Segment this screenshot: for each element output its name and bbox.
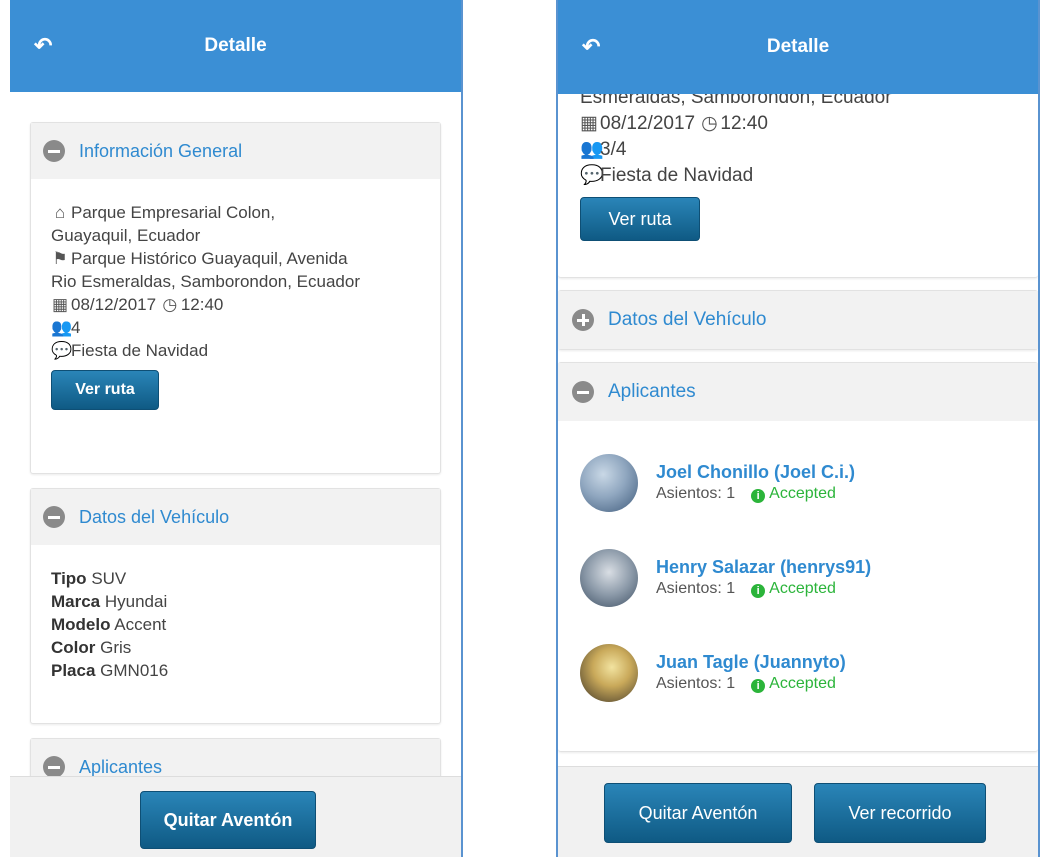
datetime-line: ▦ 08/12/2017 ◷ 12:40 <box>580 111 1016 137</box>
seats-line: 👥4 <box>51 316 420 339</box>
page-title: Detalle <box>204 35 267 56</box>
vehicle-card-title: Datos del Vehículo <box>79 506 230 527</box>
footer-bar: Quitar Aventón <box>10 776 461 857</box>
description-text: Fiesta de Navidad <box>71 341 209 360</box>
header-bar: ↶ Detalle <box>558 0 1038 94</box>
remove-ride-button[interactable]: Quitar Aventón <box>140 791 316 849</box>
info-card-header[interactable]: Información General <box>31 123 440 179</box>
time-text: 12:40 <box>720 113 768 134</box>
applicant-status: Accepted <box>769 674 836 692</box>
destination-line: ⚑ Parque Histórico Guayaquil, Avenida <box>51 247 420 270</box>
page-title: Detalle <box>766 36 830 57</box>
collapse-icon <box>43 756 65 777</box>
seats-text: 4 <box>71 318 81 337</box>
applicants-card: Aplicantes Joel Chonillo (Joel C.i.) Asi… <box>558 362 1038 752</box>
applicants-card-header[interactable]: Aplicantes <box>558 363 1038 421</box>
datetime-line: ▦ 08/12/2017 ◷ 12:40 <box>51 293 420 316</box>
vehicle-row-plate: Placa GMN016 <box>51 661 169 680</box>
description-text: Fiesta de Navidad <box>600 165 754 186</box>
info-card: Esmeraldas, Samborondon, Ecuador ▦ 08/12/… <box>558 94 1038 278</box>
view-tour-button[interactable]: Ver recorrido <box>814 783 986 843</box>
origin-line: ⌂ Parque Empresarial Colon, <box>51 201 420 224</box>
time-text: 12:40 <box>180 295 224 314</box>
vehicle-card: Datos del Vehículo <box>558 290 1038 350</box>
vehicle-card: Datos del Vehículo Tipo SUV Marca Hyunda… <box>30 488 441 724</box>
clock-icon: ◷ <box>701 113 718 134</box>
back-icon[interactable]: ↶ <box>582 36 600 58</box>
remove-ride-button[interactable]: Quitar Aventón <box>604 783 792 843</box>
vehicle-card-title: Datos del Vehículo <box>608 309 767 330</box>
applicants-card-title: Aplicantes <box>79 756 163 777</box>
avatar <box>580 548 638 607</box>
vehicle-row-model: Modelo Accent <box>51 615 167 634</box>
info-circle-icon: i <box>751 488 766 503</box>
applicant-seats: Asientos: 1 <box>656 484 736 502</box>
applicants-card-title: Aplicantes <box>608 381 696 402</box>
info-circle-icon: i <box>751 678 766 693</box>
expand-icon <box>572 309 594 331</box>
vehicle-card-header[interactable]: Datos del Vehículo <box>31 489 440 545</box>
collapse-icon <box>43 140 65 162</box>
header-bar: ↶ Detalle <box>10 0 461 92</box>
detail-content[interactable]: Información General ⌂ Parque Empresarial … <box>10 92 461 777</box>
applicant-seats: Asientos: 1 <box>656 579 736 597</box>
applicant-item[interactable]: Henry Salazar (henrys91) Asientos: 1 i Acc… <box>580 530 1016 625</box>
info-card: Información General ⌂ Parque Empresarial … <box>30 122 441 474</box>
comment-icon: 💬 <box>580 165 604 186</box>
seats-text: 3/4 <box>600 139 627 160</box>
applicant-status: Accepted <box>769 579 836 597</box>
vehicle-row-color: Color Gris <box>51 638 132 657</box>
applicants-card-header[interactable]: Aplicantes <box>31 739 440 777</box>
applicant-meta: Asientos: 1 i Accepted <box>656 483 855 505</box>
clock-icon: ◷ <box>162 295 178 314</box>
detail-content[interactable]: Esmeraldas, Samborondon, Ecuador ▦ 08/12/… <box>558 94 1038 767</box>
origin-text-1: Parque Empresarial Colon, <box>71 203 276 222</box>
applicants-card: Aplicantes <box>30 738 441 777</box>
description-line: 💬Fiesta de Navidad <box>580 163 1016 189</box>
destination-text-2: Esmeraldas, Samborondon, Ecuador <box>580 94 892 108</box>
destination-text-2: Rio Esmeraldas, Samborondon, Ecuador <box>51 272 360 291</box>
applicant-meta: Asientos: 1 i Accepted <box>656 673 846 695</box>
date-text: 08/12/2017 <box>600 113 696 134</box>
description-line: 💬Fiesta de Navidad <box>51 339 420 362</box>
applicants-list: Joel Chonillo (Joel C.i.) Asientos: 1 i Ac… <box>558 421 1038 720</box>
origin-text-2: Guayaquil, Ecuador <box>51 226 201 245</box>
applicant-status: Accepted <box>769 484 836 502</box>
back-icon[interactable]: ↶ <box>34 35 52 57</box>
flag-icon: ⚑ <box>52 249 68 268</box>
applicant-meta: Asientos: 1 i Accepted <box>656 578 871 600</box>
avatar <box>580 453 638 512</box>
route-button[interactable]: Ver ruta <box>580 197 700 241</box>
calendar-icon: ▦ <box>51 295 69 314</box>
applicant-name[interactable]: Henry Salazar (henrys91) <box>656 556 871 578</box>
applicant-item[interactable]: Juan Tagle (Juannyto) Asientos: 1 i Accept… <box>580 625 1016 720</box>
applicant-name[interactable]: Joel Chonillo (Joel C.i.) <box>656 461 855 483</box>
avatar <box>580 643 638 702</box>
applicant-seats: Asientos: 1 <box>656 674 736 692</box>
info-circle-icon: i <box>751 583 766 598</box>
applicant-name[interactable]: Juan Tagle (Juannyto) <box>656 651 846 673</box>
vehicle-card-header[interactable]: Datos del Vehículo <box>558 291 1038 349</box>
collapse-icon <box>43 506 65 528</box>
home-icon: ⌂ <box>54 203 66 222</box>
users-icon: 👥 <box>580 139 604 160</box>
destination-text-1: Parque Histórico Guayaquil, Avenida <box>71 249 348 268</box>
collapse-icon <box>572 381 594 403</box>
comment-icon: 💬 <box>51 341 73 360</box>
info-card-title: Información General <box>79 140 243 161</box>
route-button[interactable]: Ver ruta <box>51 370 159 410</box>
right-screen: ↶ Detalle Esmeraldas, Samborondon, Ecuad… <box>556 0 1040 857</box>
footer-bar: Quitar Aventón Ver recorrido <box>558 766 1038 857</box>
calendar-icon: ▦ <box>580 113 598 134</box>
vehicle-row-type: Tipo SUV <box>51 569 127 588</box>
left-screen: ↶ Detalle Información General ⌂ Parque Em… <box>10 0 463 857</box>
applicant-item[interactable]: Joel Chonillo (Joel C.i.) Asientos: 1 i Ac… <box>580 435 1016 530</box>
users-icon: 👥 <box>51 318 73 337</box>
seats-line: 👥3/4 <box>580 137 1016 163</box>
date-text: 08/12/2017 <box>71 295 157 314</box>
vehicle-row-brand: Marca Hyundai <box>51 592 168 611</box>
